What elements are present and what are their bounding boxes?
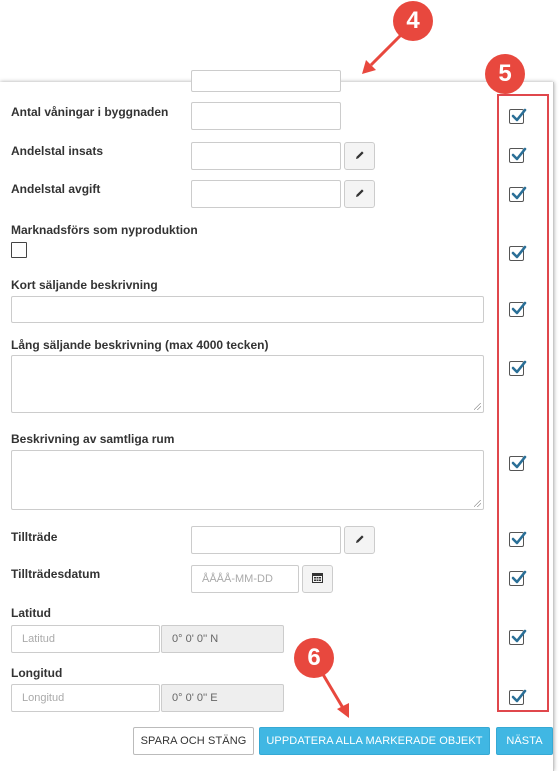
lang-beskrivning-textarea[interactable] bbox=[11, 355, 484, 413]
floors-label: Antal våningar i byggnaden bbox=[11, 105, 169, 119]
resize-grip-icon[interactable] bbox=[474, 500, 481, 507]
andelstal-insats-edit-button[interactable] bbox=[344, 142, 375, 170]
top-field-input[interactable] bbox=[191, 70, 341, 92]
andelstal-insats-input[interactable] bbox=[191, 142, 341, 170]
kort-beskrivning-label: Kort säljande beskrivning bbox=[11, 278, 158, 292]
pencil-icon bbox=[355, 531, 365, 549]
resize-grip-icon[interactable] bbox=[474, 403, 481, 410]
latitud-input[interactable]: Latitud bbox=[11, 625, 160, 653]
tilltrade-label: Tillträde bbox=[11, 530, 58, 544]
rum-beskrivning-textarea[interactable] bbox=[11, 450, 484, 510]
kort-beskrivning-input[interactable] bbox=[11, 296, 484, 323]
tilltradesdatum-label: Tillträdesdatum bbox=[11, 567, 101, 581]
rum-beskrivning-label: Beskrivning av samtliga rum bbox=[11, 432, 175, 446]
andelstal-avgift-input[interactable] bbox=[191, 180, 341, 208]
longitud-label: Longitud bbox=[11, 666, 63, 680]
andelstal-insats-label: Andelstal insats bbox=[11, 144, 104, 158]
floors-input[interactable] bbox=[191, 102, 341, 130]
update-all-button[interactable]: UPPDATERA ALLA MARKERADE OBJEKT bbox=[259, 727, 490, 755]
arrow-4-line bbox=[369, 31, 405, 67]
nyproduktion-label: Marknadsförs som nyproduktion bbox=[11, 223, 198, 237]
arrow-4-head bbox=[362, 60, 376, 74]
longitud-input[interactable]: Longitud bbox=[11, 684, 160, 712]
step-6-badge: 6 bbox=[294, 638, 334, 678]
lang-beskrivning-label: Lång säljande beskrivning (max 4000 teck… bbox=[11, 338, 269, 352]
tilltrade-input[interactable] bbox=[191, 526, 341, 554]
save-close-button[interactable]: SPARA OCH STÄNG bbox=[133, 727, 254, 755]
tilltrade-edit-button[interactable] bbox=[344, 526, 375, 554]
date-picker-button[interactable] bbox=[302, 565, 333, 593]
tilltradesdatum-input[interactable]: ÅÅÅÅ-MM-DD bbox=[191, 565, 299, 593]
andelstal-avgift-edit-button[interactable] bbox=[344, 180, 375, 208]
step-5-badge: 5 bbox=[485, 54, 525, 94]
latitud-dms-display: 0° 0' 0'' N bbox=[161, 625, 284, 653]
highlight-box bbox=[497, 94, 549, 712]
step-4-badge: 4 bbox=[393, 1, 433, 41]
latitud-label: Latitud bbox=[11, 606, 51, 620]
next-button[interactable]: NÄSTA bbox=[496, 727, 553, 755]
andelstal-avgift-label: Andelstal avgift bbox=[11, 182, 101, 196]
nyproduktion-checkbox[interactable] bbox=[11, 242, 27, 258]
calendar-icon bbox=[312, 570, 323, 588]
longitud-dms-display: 0° 0' 0'' E bbox=[161, 684, 284, 712]
pencil-icon bbox=[355, 185, 365, 203]
pencil-icon bbox=[355, 147, 365, 165]
